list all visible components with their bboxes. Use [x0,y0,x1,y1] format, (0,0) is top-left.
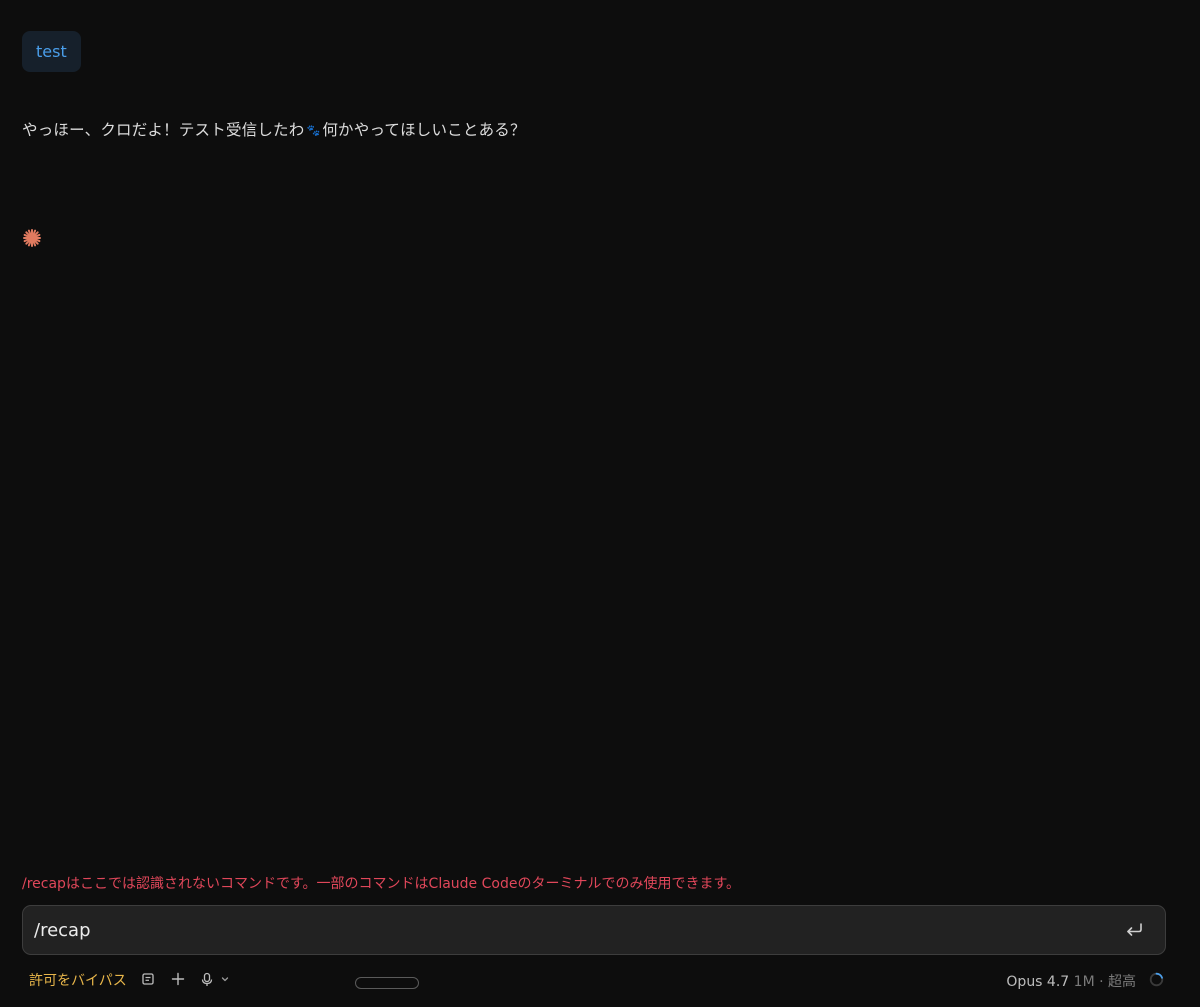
model-context: 1M · 超高 [1073,974,1136,990]
message-input[interactable] [34,915,1123,945]
user-message-text: test [36,42,67,61]
message-input-container [22,905,1166,955]
drag-handle[interactable] [355,977,419,989]
assistant-message-text-start: やっほー、クロだよ！テスト受信したわ [22,121,305,139]
chevron-down-icon[interactable] [219,971,231,987]
user-message-bubble: test [22,31,81,72]
bottom-toolbar: 許可をバイパス Opus 4.7 1M · 超高 [0,966,1200,994]
context-usage-ring-icon [1149,972,1164,987]
assistant-message: やっほー、クロだよ！テスト受信したわ 🐾 何かやってほしいことある？ [22,118,526,140]
permission-mode-button[interactable]: 許可をバイパス [29,970,127,990]
microphone-icon[interactable] [199,971,215,987]
paw-icon: 🐾 [306,124,321,137]
model-name: Opus 4.7 [1006,974,1070,990]
asterisk-spinner-icon [22,228,42,248]
enter-return-icon[interactable] [1123,919,1145,941]
document-icon[interactable] [140,971,156,987]
model-selector[interactable]: Opus 4.7 1M · 超高 [1006,971,1136,991]
error-message: /recapはここでは認識されないコマンドです。一部のコマンドはClaude C… [22,876,741,892]
assistant-message-text-end: 何かやってほしいことある？ [322,121,526,139]
chat-app: test やっほー、クロだよ！テスト受信したわ 🐾 何かやってほしいことある？ /r… [0,0,1200,1007]
plus-icon[interactable] [170,971,186,987]
